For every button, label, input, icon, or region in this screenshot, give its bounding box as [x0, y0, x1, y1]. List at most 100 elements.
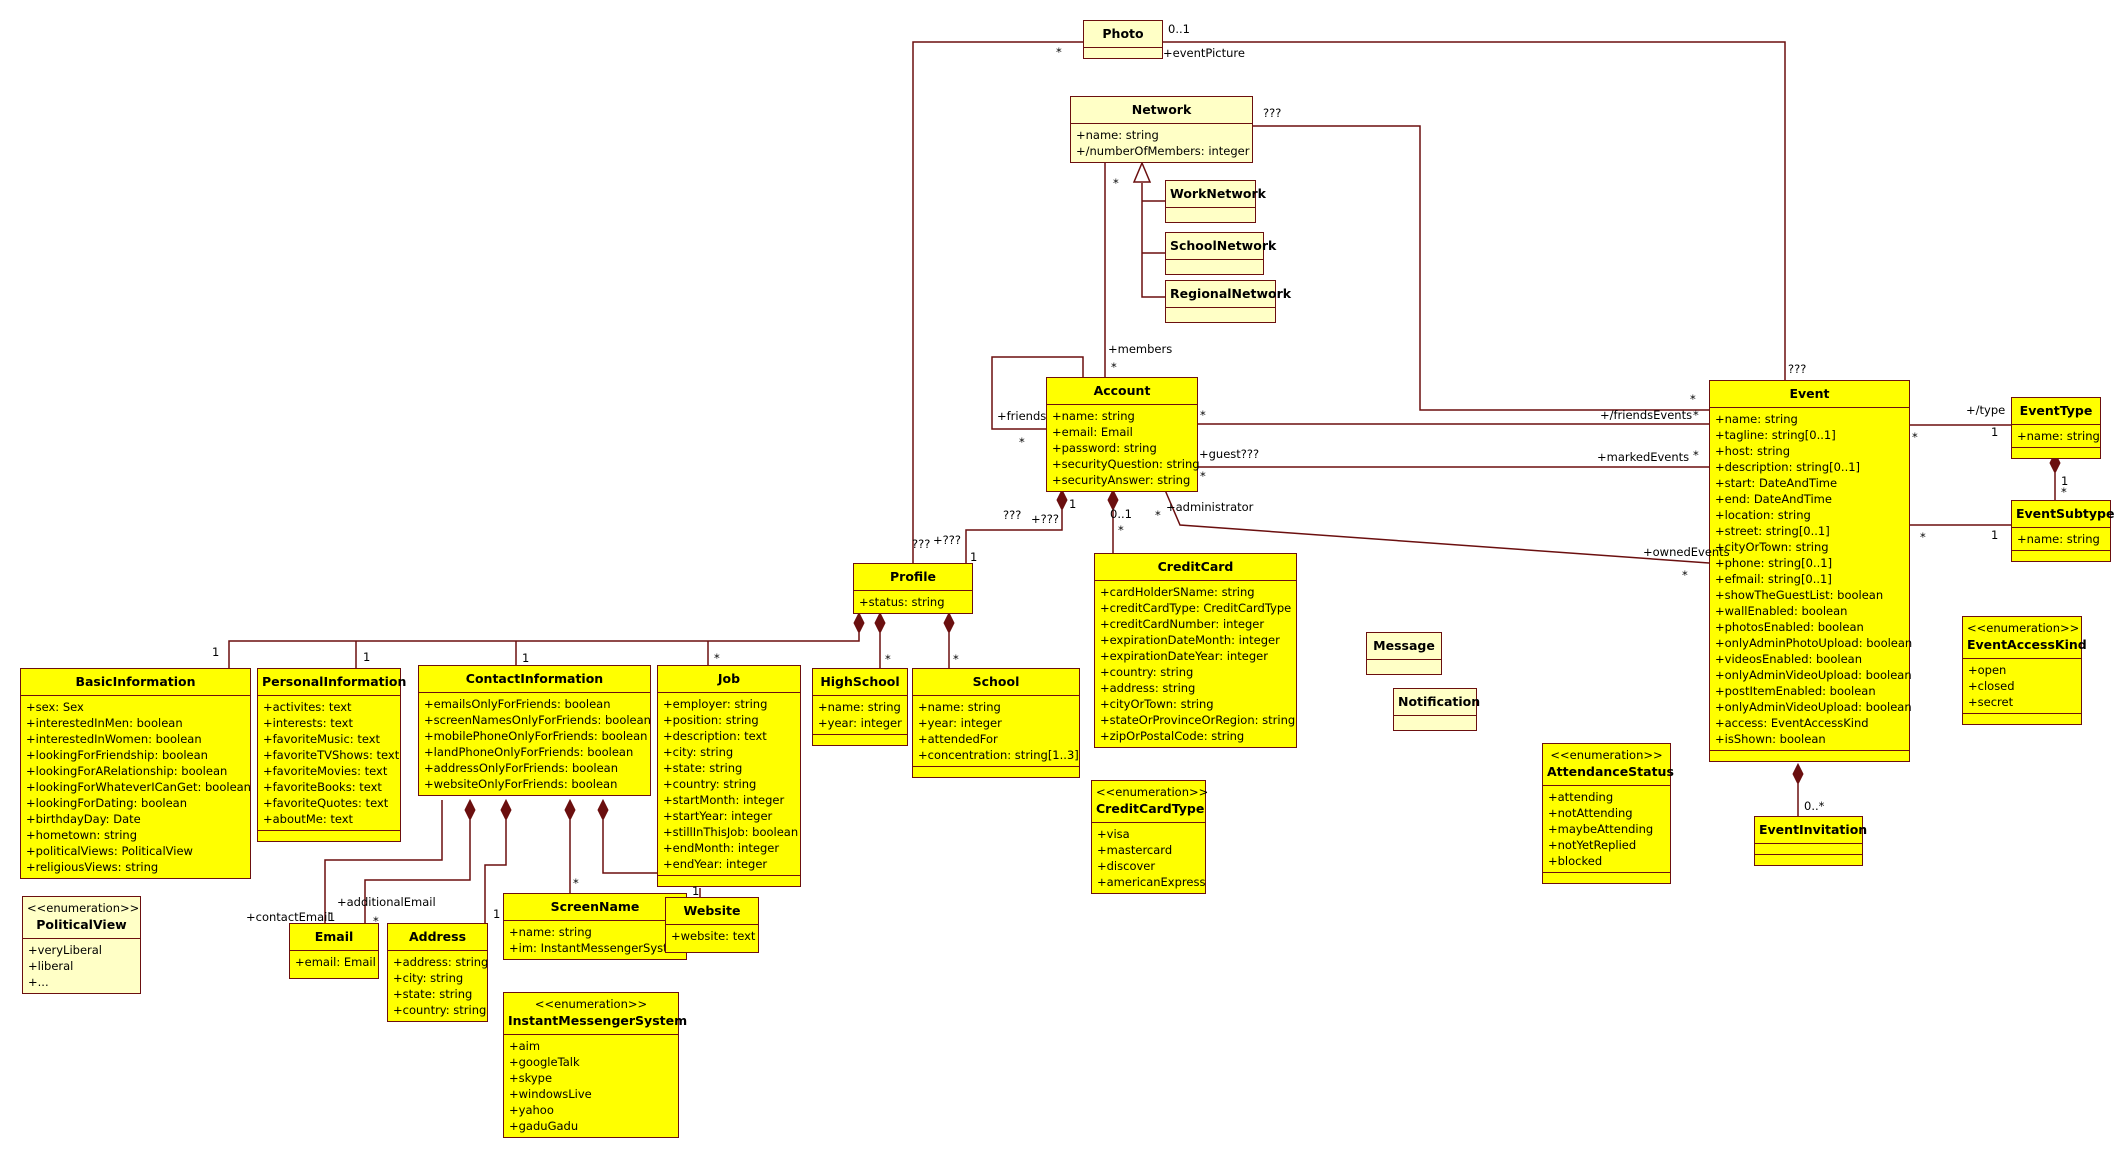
multiplicity-label: * [1912, 430, 1918, 444]
class-event[interactable]: Event +name: string +tagline: string[0..… [1709, 380, 1912, 762]
class-name: Job [717, 671, 741, 686]
class-name: Photo [1102, 26, 1144, 41]
literal-list: +veryLiberal +liberal +... [28, 943, 102, 989]
multiplicity-label: * [1118, 523, 1124, 537]
literal-list: +open +closed +secret [1963, 659, 2081, 714]
multiplicity-label: * [1693, 408, 1699, 422]
multiplicity-label: ??? [1788, 362, 1807, 376]
attribute-list: +website: text [671, 929, 756, 943]
enum-credit-card-type[interactable]: <<enumeration>> CreditCardType +visa +mas… [1091, 780, 1208, 894]
class-name: EventInvitation [1759, 822, 1868, 837]
class-name: WorkNetwork [1170, 186, 1266, 201]
class-notification[interactable]: Notification [1393, 688, 1480, 731]
class-name: RegionalNetwork [1170, 286, 1292, 301]
attribute-list: +name: string [2012, 528, 2110, 551]
class-contact-information[interactable]: ContactInformation +emailsOnlyForFriends… [418, 665, 651, 796]
class-network[interactable]: Network +name: string +/numberOfMembers:… [1070, 96, 1253, 163]
attribute-list: +emailsOnlyForFriends: boolean +screenNa… [424, 697, 651, 791]
class-work-network[interactable]: WorkNetwork [1165, 180, 1266, 223]
class-address[interactable]: Address +address: string +city: string +… [387, 923, 488, 1022]
attribute-list: +name: string +year: integer +attendedFo… [913, 696, 1079, 767]
multiplicity-label: 1 [328, 910, 336, 924]
class-basic-information[interactable]: BasicInformation +sex: Sex +interestedIn… [20, 668, 251, 879]
class-name: EventSubtype [2016, 506, 2115, 521]
multiplicity-label: 1 [692, 884, 700, 898]
class-photo[interactable]: Photo [1083, 20, 1163, 59]
attribute-list: +address: string +city: string +state: s… [393, 955, 489, 1017]
attribute-list: +status: string [859, 595, 945, 609]
class-school[interactable]: School +name: string +year: integer +att… [912, 668, 1080, 778]
composition-diamond [943, 611, 955, 635]
role-label: +??? [1031, 512, 1059, 526]
multiplicity-label: * [373, 914, 379, 928]
class-name: Account [1093, 383, 1151, 398]
role-label: +/friendsEvents [1600, 408, 1693, 422]
class-regional-network[interactable]: RegionalNetwork [1165, 280, 1292, 323]
class-name: PoliticalView [36, 917, 127, 932]
class-personal-information[interactable]: PersonalInformation +activites: text +in… [257, 668, 407, 842]
class-account[interactable]: Account +name: string +email: Email +pas… [1046, 377, 1200, 492]
enum-attendance-status[interactable]: <<enumeration>> AttendanceStatus +attendi… [1542, 743, 1674, 884]
class-name: HighSchool [820, 674, 900, 689]
role-label: +markedEvents [1597, 450, 1690, 464]
class-email[interactable]: Email +email: Email [289, 923, 379, 979]
class-credit-card[interactable]: CreditCard +cardHolderSName: string +cre… [1094, 553, 1297, 748]
composition-diamond [853, 611, 865, 635]
role-label: +eventPicture [1163, 46, 1245, 60]
class-name: Email [314, 929, 354, 944]
composition-diamond [1792, 762, 1804, 786]
attribute-list: +activites: text +interests: text +favor… [258, 696, 400, 831]
multiplicity-label: * [573, 876, 579, 890]
multiplicity-label: * [1019, 435, 1025, 449]
multiplicity-label: * [1693, 448, 1699, 462]
multiplicity-label: 1 [1991, 425, 1999, 439]
class-name: CreditCardType [1096, 801, 1205, 816]
multiplicity-label: * [1113, 176, 1119, 190]
class-screen-name[interactable]: ScreenName +name: string +im: InstantMes… [503, 893, 687, 960]
class-name: ScreenName [550, 899, 640, 914]
multiplicity-label: ??? [1263, 106, 1282, 120]
multiplicity-label: * [1200, 408, 1206, 422]
multiplicity-label: * [1200, 469, 1206, 483]
class-name: Event [1789, 386, 1830, 401]
multiplicity-label: * [1111, 360, 1117, 374]
attribute-list: +sex: Sex +interestedInMen: boolean +int… [26, 700, 251, 874]
class-job[interactable]: Job +employer: string +position: string … [657, 665, 801, 887]
class-website[interactable]: Website +website: text [665, 897, 759, 953]
attribute-list: +employer: string +position: string +des… [658, 693, 800, 876]
enum-instant-messenger-system[interactable]: <<enumeration>> InstantMessengerSystem +a… [503, 992, 687, 1138]
multiplicity-label: 1 [1069, 497, 1077, 511]
class-event-type[interactable]: EventType +name: string [2011, 397, 2101, 459]
class-name: EventAccessKind [1967, 637, 2087, 652]
multiplicity-label: ??? [912, 537, 931, 551]
attribute-list: +email: Email [295, 955, 376, 969]
attribute-list: +name: string +tagline: string[0..1] +ho… [1710, 408, 1912, 751]
multiplicity-label: 0..1 [1110, 507, 1132, 521]
literal-list: +aim +googleTalk +skype +windowsLive +ya… [509, 1039, 592, 1133]
class-high-school[interactable]: HighSchool +name: string +year: integer [812, 668, 908, 746]
role-label: +additionalEmail [337, 895, 436, 909]
class-school-network[interactable]: SchoolNetwork [1165, 232, 1277, 275]
multiplicity-label: * [1920, 530, 1926, 544]
multiplicity-label: 0..* [1804, 799, 1825, 813]
composition-diamond [1056, 488, 1068, 512]
role-label: +/type [1966, 403, 2006, 417]
multiplicity-label: * [1690, 392, 1696, 406]
generalization-arrowhead [1132, 161, 1152, 183]
multiplicity-label: 1 [522, 651, 530, 665]
class-profile[interactable]: Profile +status: string [853, 563, 973, 614]
class-event-subtype[interactable]: EventSubtype +name: string [2011, 500, 2115, 562]
enum-political-view[interactable]: <<enumeration>> PoliticalView +veryLibera… [22, 896, 141, 994]
multiplicity-label: * [1155, 508, 1161, 522]
class-name: SchoolNetwork [1170, 238, 1277, 253]
role-label: +ownedEvents [1643, 545, 1730, 559]
class-message[interactable]: Message [1366, 632, 1442, 675]
network-event-association [1252, 125, 1709, 411]
attribute-list: +cardHolderSName: string +creditCardType… [1100, 585, 1296, 743]
class-name: PersonalInformation [262, 674, 407, 689]
role-label: +contactEmail [246, 910, 331, 924]
class-event-invitation[interactable]: EventInvitation [1754, 816, 1868, 866]
multiplicity-label: 1 [363, 650, 371, 664]
enum-event-access-kind[interactable]: <<enumeration>> EventAccessKind +open +cl… [1962, 616, 2087, 725]
multiplicity-label: 0..1 [1168, 22, 1190, 36]
